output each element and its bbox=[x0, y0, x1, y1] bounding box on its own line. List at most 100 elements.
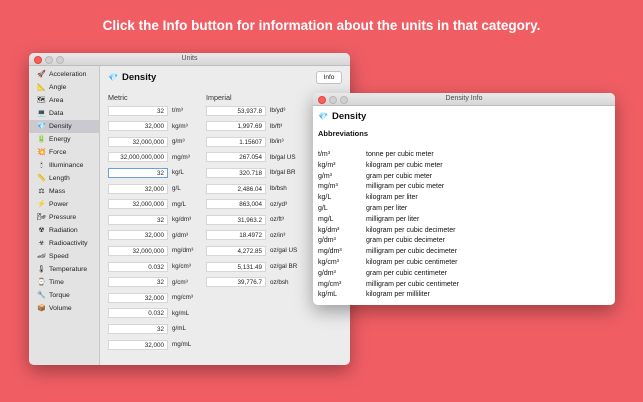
metric-value-field[interactable]: 32,000 bbox=[108, 339, 168, 350]
sidebar-item-radioactivity[interactable]: ☣ Radioactivity bbox=[29, 237, 99, 250]
imperial-unit-label: lb/in³ bbox=[270, 138, 284, 146]
imperial-unit-label: lb/yd³ bbox=[270, 107, 286, 114]
metric-value-field[interactable]: 32 bbox=[108, 214, 168, 225]
metric-value-field[interactable]: 32 bbox=[108, 105, 168, 116]
sidebar-item-time[interactable]: ⌚ Time bbox=[29, 276, 99, 289]
sidebar-item-label: Power bbox=[49, 201, 69, 208]
sidebar-item-label: Data bbox=[49, 110, 64, 117]
metric-value-field[interactable]: 32 bbox=[108, 277, 168, 288]
sidebar-item-length[interactable]: 📏 Length bbox=[29, 172, 99, 185]
map-icon: 🗺 bbox=[37, 97, 46, 104]
imperial-value-field[interactable]: 1.15607 bbox=[206, 136, 266, 147]
metric-value-field[interactable]: 32,000 bbox=[108, 292, 168, 303]
metric-value-field[interactable]: 32,000 bbox=[108, 121, 168, 132]
imperial-value-field[interactable]: 1,997.69 bbox=[206, 121, 266, 132]
radiation-icon: ☢ bbox=[38, 227, 45, 234]
info-window-title: Density Info bbox=[445, 95, 483, 102]
metric-value-field[interactable]: 0.032 bbox=[108, 261, 168, 272]
metric-value-field[interactable]: 32,000,000 bbox=[108, 245, 168, 256]
wrench-icon: 🔧 bbox=[37, 292, 46, 299]
sidebar-item-density[interactable]: 💎 Density bbox=[29, 120, 99, 133]
sidebar-item-force[interactable]: 💥 Force bbox=[29, 146, 99, 159]
imperial-value-field[interactable]: 267.054 bbox=[206, 152, 266, 163]
sidebar-item-acceleration[interactable]: 🚀 Acceleration bbox=[29, 68, 99, 81]
imperial-value-field[interactable]: 863,004 bbox=[206, 199, 266, 210]
metric-row: 32,000,000,000 mg/m³ bbox=[108, 152, 190, 163]
metric-value-field[interactable]: 32,000,000 bbox=[108, 136, 168, 147]
close-info-window-button[interactable] bbox=[318, 96, 326, 104]
sidebar-item-radiation[interactable]: ☢ Radiation bbox=[29, 224, 99, 237]
sidebar-item-illuminance[interactable]: 🕯 Illuminance bbox=[29, 159, 99, 172]
info-button[interactable]: Info bbox=[316, 71, 342, 84]
sidebar-item-pressure[interactable]: 🌬 Pressure bbox=[29, 211, 99, 224]
metric-value-field[interactable]: 32 bbox=[108, 323, 168, 334]
abbreviation-symbol: mg/dm³ bbox=[318, 248, 342, 256]
abbreviation-row: mg/m³ milligram per cubic meter bbox=[318, 183, 444, 194]
minimize-info-window-button[interactable] bbox=[329, 96, 337, 104]
metric-unit-label: kg/dm³ bbox=[172, 216, 192, 224]
sidebar-item-torque[interactable]: 🔧 Torque bbox=[29, 289, 99, 302]
imperial-row: 31,963.2 oz/ft³ bbox=[206, 214, 284, 225]
category-title-text: Density bbox=[121, 72, 157, 83]
abbreviation-symbol: g/dm³ bbox=[318, 237, 336, 245]
sidebar-item-temperature[interactable]: 🌡 Temperature bbox=[29, 263, 99, 276]
sidebar-item-area[interactable]: 🗺 Area bbox=[29, 94, 99, 107]
metric-value-field[interactable]: 32 bbox=[108, 167, 168, 178]
metric-value-field[interactable]: 32,000,000 bbox=[108, 199, 168, 210]
sidebar-item-label: Mass bbox=[49, 188, 66, 195]
imperial-value-field[interactable]: 5,131.49 bbox=[206, 261, 266, 272]
sidebar-item-volume[interactable]: 📦 Volume bbox=[29, 302, 99, 315]
abbreviation-row: t/m³ tonne per cubic meter bbox=[318, 151, 434, 162]
zoom-window-button[interactable] bbox=[56, 56, 64, 64]
metric-unit-label: t/m³ bbox=[172, 107, 183, 114]
abbreviation-symbol: mg/cm³ bbox=[318, 280, 342, 288]
sidebar-item-mass[interactable]: ⚖ Mass bbox=[29, 185, 99, 198]
imperial-value-field[interactable]: 31,963.2 bbox=[206, 214, 266, 225]
metric-row: 32,000 kg/m³ bbox=[108, 121, 188, 132]
imperial-row: 863,004 oz/yd³ bbox=[206, 199, 287, 210]
close-window-button[interactable] bbox=[34, 56, 42, 64]
imperial-unit-label: lb/gal US bbox=[270, 153, 296, 161]
abbreviation-row: mg/cm³ milligram per cubic centimeter bbox=[318, 281, 459, 292]
metric-value-field[interactable]: 32,000 bbox=[108, 183, 168, 194]
sidebar-item-angle[interactable]: 📐 Angle bbox=[29, 81, 99, 94]
abbreviation-row: mg/L milligram per liter bbox=[318, 216, 419, 227]
imperial-value-field[interactable]: 2,486.04 bbox=[206, 183, 266, 194]
metric-unit-label: kg/cm³ bbox=[172, 263, 191, 270]
imperial-unit-label: lb/ft³ bbox=[270, 122, 283, 130]
sidebar-item-label: Temperature bbox=[49, 266, 88, 273]
info-body: 💎 Density Abbreviations t/m³ tonne per cu… bbox=[313, 106, 615, 305]
imperial-value-field[interactable]: 53,937.8 bbox=[206, 105, 266, 116]
angle-icon: 📐 bbox=[37, 84, 46, 91]
abbreviation-row: g/m³ gram per cubic meter bbox=[318, 173, 432, 184]
sidebar-item-speed[interactable]: 🏎 Speed bbox=[29, 250, 99, 263]
sidebar-item-label: Illuminance bbox=[49, 162, 84, 169]
sidebar-item-data[interactable]: 💻 Data bbox=[29, 107, 99, 120]
metric-value-field[interactable]: 32,000 bbox=[108, 230, 168, 241]
sidebar-item-power[interactable]: ⚡ Power bbox=[29, 198, 99, 211]
imperial-value-field[interactable]: 4,272.85 bbox=[206, 245, 266, 256]
imperial-value-field[interactable]: 320.718 bbox=[206, 167, 266, 178]
abbreviation-description: milligram per cubic meter bbox=[366, 183, 445, 191]
imperial-row: 2,486.04 lb/bsh bbox=[206, 183, 287, 194]
imperial-value-field[interactable]: 18.4972 bbox=[206, 230, 266, 241]
units-titlebar: Units bbox=[29, 53, 350, 66]
imperial-unit-label: oz/gal BR bbox=[270, 263, 298, 270]
imperial-value-field[interactable]: 39,776.7 bbox=[206, 277, 266, 288]
zoom-info-window-button[interactable] bbox=[340, 96, 348, 104]
sidebar-item-label: Density bbox=[49, 123, 72, 130]
density-info-window: Density Info 💎 Density Abbreviations t/m… bbox=[313, 93, 615, 305]
abbreviation-description: tonne per cubic meter bbox=[366, 151, 434, 158]
minimize-window-button[interactable] bbox=[45, 56, 53, 64]
sidebar-item-label: Time bbox=[49, 279, 64, 286]
imperial-unit-label: lb/bsh bbox=[270, 185, 287, 192]
metric-value-field[interactable]: 32,000,000,000 bbox=[108, 152, 168, 163]
metric-value-field[interactable]: 0.032 bbox=[108, 308, 168, 319]
imperial-row: 53,937.8 lb/yd³ bbox=[206, 105, 285, 116]
imperial-header: Imperial bbox=[206, 93, 232, 102]
sidebar-item-energy[interactable]: 🔋 Energy bbox=[29, 133, 99, 146]
abbreviations-heading: Abbreviations bbox=[318, 129, 369, 138]
metric-row: 32,000 mg/cm³ bbox=[108, 292, 193, 303]
ruler-icon: 📏 bbox=[37, 175, 46, 182]
thermometer-icon: 🌡 bbox=[37, 266, 46, 273]
